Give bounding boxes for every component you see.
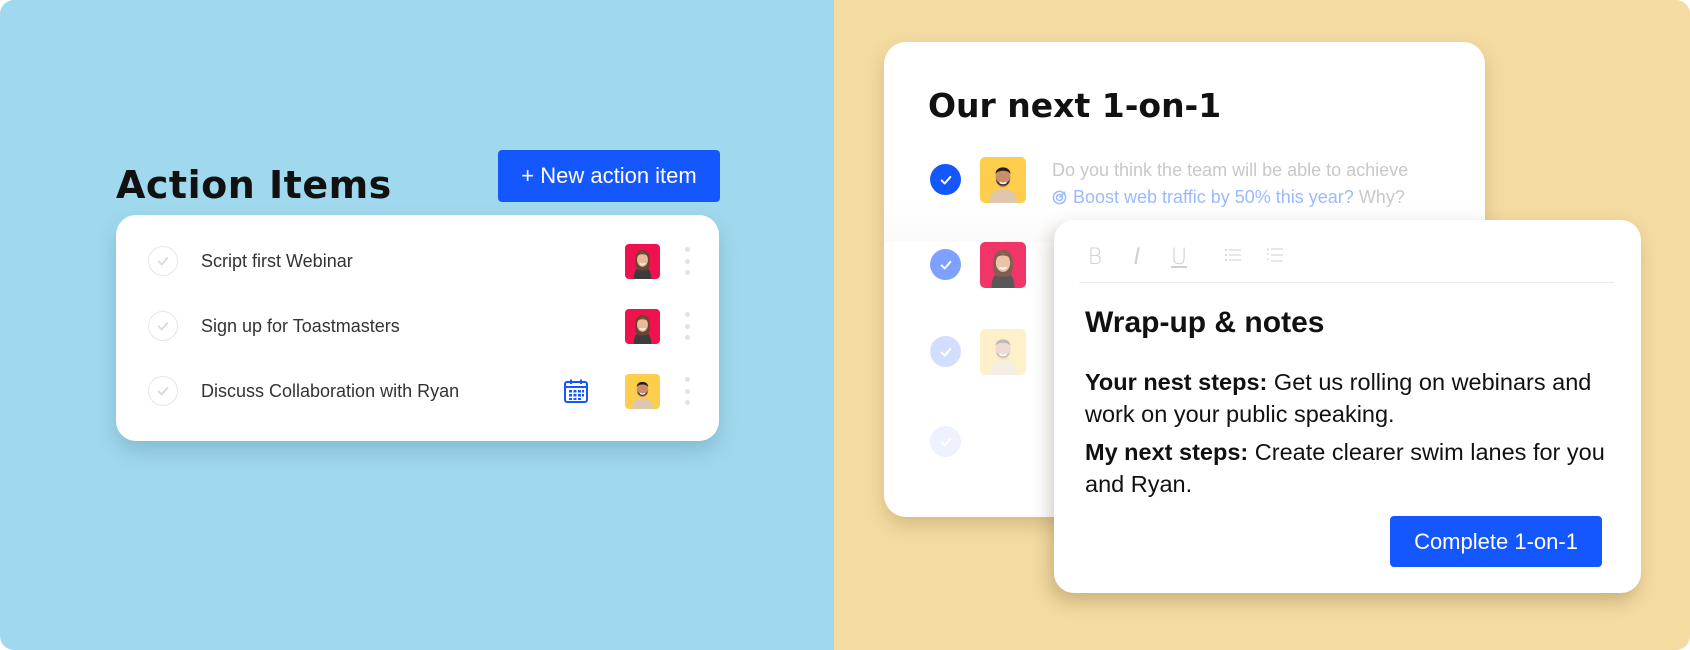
canvas: Action Items + New action item Script fi… [0, 0, 1690, 650]
action-item-row[interactable]: Discuss Collaboration with Ryan [116, 366, 719, 416]
underline-icon[interactable]: U [1168, 245, 1190, 270]
action-items-card: Script first Webinar Sign up for Toastma… [116, 215, 719, 441]
numbered-list-icon[interactable] [1264, 245, 1286, 270]
action-item-row[interactable]: Sign up for Toastmasters [116, 301, 719, 351]
your-next-steps[interactable]: Your nest steps: Get us rolling on webin… [1085, 366, 1615, 430]
notes-title: Wrap-up & notes [1085, 306, 1325, 339]
calendar-icon[interactable] [563, 378, 589, 404]
bold-icon[interactable]: B [1084, 245, 1106, 270]
bullet-list-icon[interactable] [1222, 245, 1244, 270]
agenda-checkbox[interactable] [930, 426, 961, 457]
action-item-label[interactable]: Sign up for Toastmasters [201, 316, 400, 337]
action-item-row[interactable]: Script first Webinar [116, 236, 719, 286]
formatting-toolbar: B I U [1084, 242, 1306, 272]
assignee-avatar[interactable] [625, 244, 660, 279]
my-next-steps[interactable]: My next steps: Create clearer swim lanes… [1085, 436, 1615, 500]
agenda-checkbox[interactable] [930, 249, 961, 280]
italic-icon[interactable]: I [1126, 245, 1148, 270]
agenda-avatar [980, 329, 1026, 375]
new-action-item-button[interactable]: + New action item [498, 150, 720, 202]
my-next-steps-label: My next steps: [1085, 439, 1249, 465]
toolbar-divider [1079, 282, 1614, 283]
action-items-title: Action Items [116, 163, 392, 207]
notes-editor[interactable]: Your nest steps: Get us rolling on webin… [1085, 366, 1615, 506]
more-options-icon[interactable] [682, 377, 692, 405]
action-item-label[interactable]: Script first Webinar [201, 251, 353, 272]
more-options-icon[interactable] [682, 312, 692, 340]
agenda-avatar [980, 242, 1026, 288]
complete-checkbox[interactable] [148, 376, 178, 406]
your-next-steps-label: Your nest steps: [1085, 369, 1268, 395]
complete-checkbox[interactable] [148, 246, 178, 276]
complete-one-on-one-button[interactable]: Complete 1-on-1 [1390, 516, 1602, 567]
one-on-one-title: Our next 1-on-1 [928, 86, 1222, 125]
agenda-checkbox[interactable] [930, 336, 961, 367]
assignee-avatar[interactable] [625, 309, 660, 344]
agenda-avatar [980, 157, 1026, 203]
complete-checkbox[interactable] [148, 311, 178, 341]
more-options-icon[interactable] [682, 247, 692, 275]
agenda-checkbox[interactable] [930, 164, 961, 195]
action-item-label[interactable]: Discuss Collaboration with Ryan [201, 381, 459, 402]
assignee-avatar[interactable] [625, 374, 660, 409]
question-text: Do you think the team will be able to ac… [1052, 160, 1409, 180]
wrap-up-notes-card: B I U Wrap-up & notes Your nest steps: G… [1054, 220, 1641, 593]
